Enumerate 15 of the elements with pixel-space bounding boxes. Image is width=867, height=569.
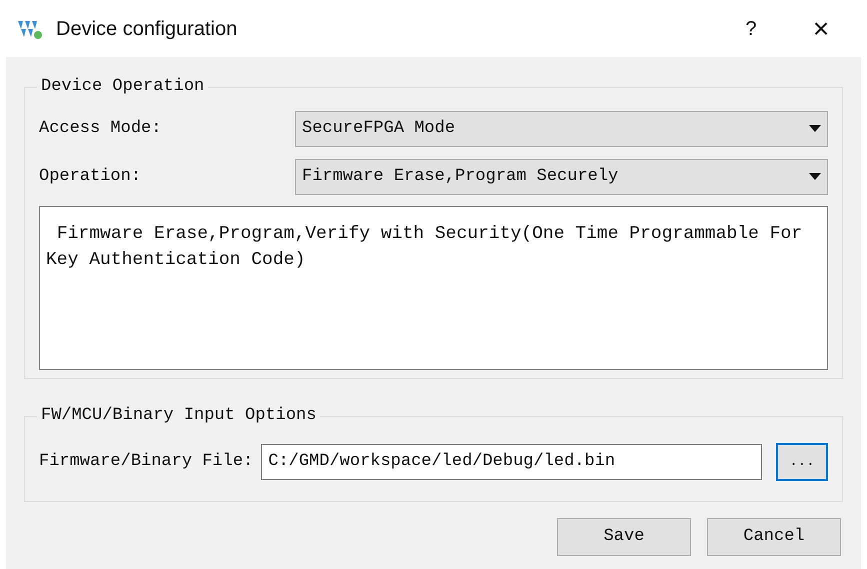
field-label: Firmware/Binary File: (39, 451, 254, 474)
dropdown-arrow-icon (809, 125, 821, 133)
window-title: Device configuration (56, 16, 238, 42)
file-path-field[interactable]: C:/GMD/workspace/led/Debug/led.bin (261, 444, 762, 480)
description-box: Firmware Erase,Program,Verify with Security(One Time Programmable For Key Authentication Code) (39, 206, 828, 370)
dropdown-arrow-icon (809, 173, 821, 181)
browse-button[interactable]: ... (776, 443, 828, 481)
dialog-button[interactable]: Cancel (707, 518, 841, 556)
help-button[interactable]: ? (731, 14, 771, 44)
dialog-button[interactable]: Save (557, 518, 691, 556)
dropdown[interactable]: Firmware Erase,Program Securely (295, 159, 828, 195)
dropdown[interactable]: SecureFPGA Mode (295, 111, 828, 147)
close-button[interactable]: × (791, 8, 851, 50)
field-label: Operation: (39, 166, 142, 188)
field-label: Access Mode: (39, 118, 162, 140)
